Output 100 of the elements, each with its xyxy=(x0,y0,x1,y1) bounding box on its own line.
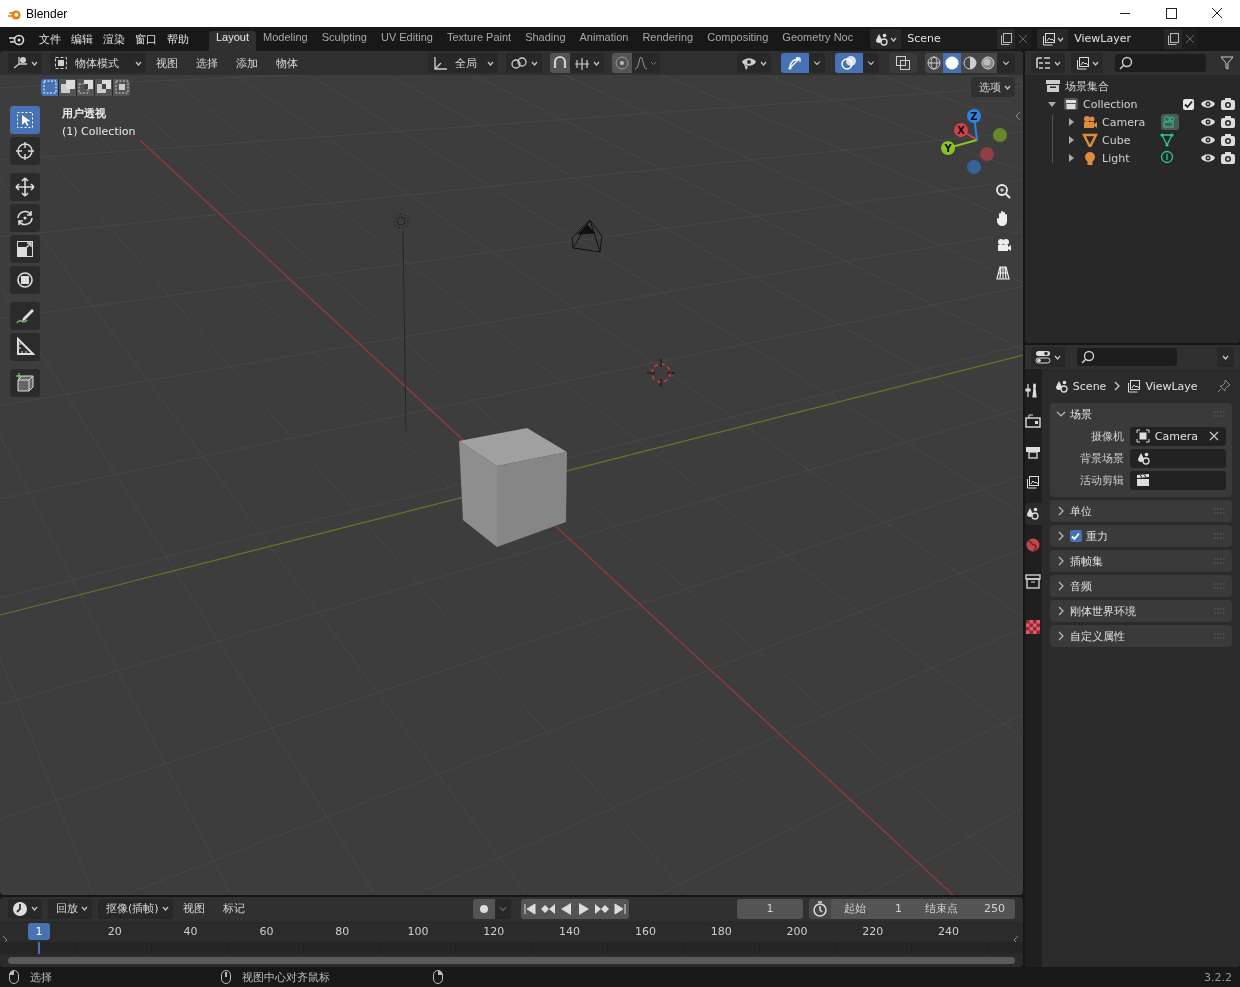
breadcrumb-item[interactable]: Scene xyxy=(1072,379,1107,393)
menu-item[interactable]: 帮助 xyxy=(163,31,195,47)
panel-title[interactable]: 场景 xyxy=(1069,406,1092,422)
selection-mode-button[interactable] xyxy=(113,78,130,96)
disclosure-triangle-icon[interactable] xyxy=(1066,135,1076,145)
clip-field[interactable] xyxy=(1129,470,1226,490)
workspace-tab[interactable]: Layout xyxy=(209,31,257,51)
clear-icon[interactable] xyxy=(1208,430,1220,442)
menu-item[interactable]: 视图 xyxy=(174,901,213,917)
timeline-dropdown[interactable]: 回放 xyxy=(48,898,92,919)
tool-button[interactable] xyxy=(10,204,40,232)
tool-button[interactable] xyxy=(10,333,40,361)
panel-title[interactable]: 刚体世界环境 xyxy=(1069,603,1136,619)
menu-item[interactable]: 文件 xyxy=(35,31,67,47)
tool-button[interactable] xyxy=(10,369,40,397)
outliner-item[interactable]: Light xyxy=(1102,151,1156,165)
panel-title[interactable]: 音频 xyxy=(1069,578,1092,594)
display-mode-button[interactable] xyxy=(1071,53,1103,73)
duplicate-icon[interactable] xyxy=(1164,29,1183,49)
playhead-marker[interactable]: 1 xyxy=(28,922,50,940)
menu-item[interactable]: 渲染 xyxy=(99,31,131,47)
overlay-toggle-button[interactable] xyxy=(835,53,863,73)
workspace-tab[interactable]: Compositing xyxy=(700,31,776,51)
disclosure-triangle-icon[interactable] xyxy=(1066,117,1076,127)
play-icon[interactable] xyxy=(574,898,593,919)
properties-tab[interactable] xyxy=(1025,503,1042,525)
camera-data-icon[interactable] xyxy=(1160,114,1180,130)
record-icon[interactable] xyxy=(472,898,495,919)
tool-button[interactable] xyxy=(10,137,40,165)
workspace-tab[interactable]: Texture Paint xyxy=(439,31,519,51)
previous-keyframe-icon[interactable] xyxy=(538,898,557,919)
jump-start-icon[interactable] xyxy=(520,898,539,919)
checkbox[interactable] xyxy=(1183,98,1194,110)
eye-icon[interactable] xyxy=(1200,115,1216,129)
editor-type-button[interactable] xyxy=(1031,347,1065,367)
panel-title[interactable]: 自定义属性 xyxy=(1069,628,1125,644)
orientation-dropdown[interactable]: 全局 xyxy=(428,53,498,73)
gizmo-axis-handle[interactable]: Y xyxy=(941,141,955,155)
shading-mode-button[interactable] xyxy=(943,53,961,73)
scrollbar-thumb[interactable] xyxy=(8,957,1015,964)
outliner-item[interactable]: Cube xyxy=(1102,133,1156,147)
disclosure-triangle-icon[interactable] xyxy=(1047,99,1057,109)
app-logo-icon[interactable] xyxy=(8,32,26,46)
menu-item[interactable]: 物体 xyxy=(268,55,306,71)
scene-field[interactable]: Scene xyxy=(901,29,998,49)
editor-type-button[interactable] xyxy=(1031,53,1065,73)
tool-button[interactable] xyxy=(10,266,40,294)
menu-item[interactable]: 标记 xyxy=(214,901,253,917)
gizmo-negative-handle[interactable] xyxy=(980,147,994,161)
magnet-icon[interactable] xyxy=(550,53,570,73)
breadcrumb-item[interactable]: ViewLaye xyxy=(1145,379,1198,393)
gizmo-axis-handle[interactable]: Z xyxy=(967,109,981,123)
outliner-item[interactable]: 场景集合 xyxy=(1065,78,1109,94)
gizmo-toggle-button[interactable] xyxy=(781,53,809,73)
outliner-item[interactable]: Collection xyxy=(1083,97,1137,111)
scene-selector-button[interactable] xyxy=(870,29,902,49)
workspace-tab[interactable]: Shading xyxy=(518,31,573,51)
shading-mode-button[interactable] xyxy=(961,53,979,73)
workspace-tab[interactable]: Animation xyxy=(572,31,636,51)
shading-mode-button[interactable] xyxy=(925,53,943,73)
xray-toggle-button[interactable] xyxy=(889,53,917,73)
menu-item[interactable]: 视图 xyxy=(148,55,186,71)
camera-icon[interactable] xyxy=(1220,97,1236,111)
selection-mode-button[interactable] xyxy=(41,78,58,96)
image-stack-selector-button[interactable] xyxy=(1037,29,1069,49)
options-dropdown[interactable]: 选项 xyxy=(971,77,1015,97)
tool-button[interactable] xyxy=(10,302,40,330)
editor-type-button[interactable] xyxy=(8,53,42,73)
menu-item[interactable]: 选择 xyxy=(188,55,226,71)
bulb-outline-icon[interactable] xyxy=(1160,150,1174,166)
pin-icon[interactable] xyxy=(1216,378,1232,394)
outliner-item[interactable]: Camera xyxy=(1102,115,1156,129)
selection-mode-button[interactable] xyxy=(95,78,112,96)
gizmo-negative-handle[interactable] xyxy=(967,160,981,174)
triangle-vertices-icon[interactable] xyxy=(1160,132,1174,148)
options-dropdown[interactable] xyxy=(1217,347,1234,367)
search-field[interactable] xyxy=(1077,348,1177,366)
workspace-tab[interactable]: Rendering xyxy=(635,31,701,51)
tool-button[interactable] xyxy=(10,106,40,134)
camera-field[interactable]: Camera xyxy=(1129,426,1226,446)
disclosure-chevron-icon[interactable] xyxy=(1055,409,1066,419)
view-layer-field[interactable]: ViewLayer xyxy=(1068,29,1165,49)
panel-title[interactable]: 重力 xyxy=(1085,528,1108,544)
selection-mode-button[interactable] xyxy=(77,78,94,96)
eye-icon[interactable] xyxy=(1200,133,1216,147)
tool-button[interactable] xyxy=(10,235,40,263)
selection-mode-button[interactable] xyxy=(59,78,76,96)
mode-dropdown[interactable]: 物体模式 xyxy=(50,53,146,73)
background-scene-field[interactable] xyxy=(1129,448,1226,468)
workspace-tab[interactable]: UV Editing xyxy=(373,31,440,51)
camera-icon[interactable] xyxy=(1220,115,1236,129)
timeline-dropdown[interactable]: 抠像(插帧) xyxy=(98,898,173,919)
filter-icon[interactable] xyxy=(1220,56,1234,70)
stopwatch-icon[interactable] xyxy=(809,898,831,919)
workspace-tab[interactable]: Sculpting xyxy=(314,31,374,51)
jump-end-icon[interactable] xyxy=(610,898,629,919)
editor-type-button[interactable] xyxy=(8,898,42,919)
menu-item[interactable]: 添加 xyxy=(228,55,266,71)
current-frame-field[interactable]: 1 xyxy=(737,898,803,919)
menu-item[interactable]: 编辑 xyxy=(67,31,99,47)
